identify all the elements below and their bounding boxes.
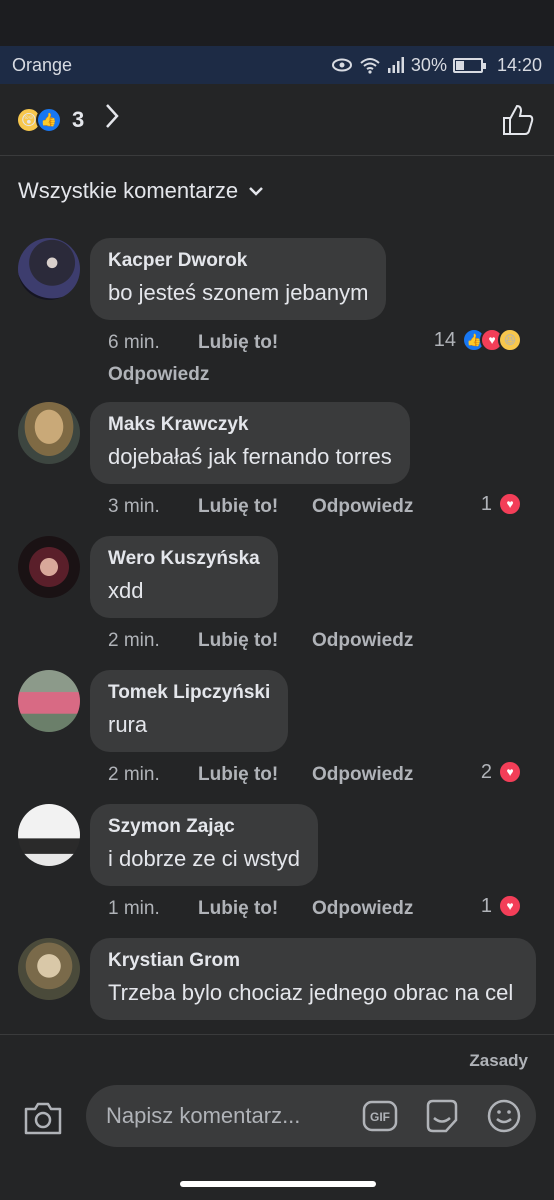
comment-actions: 2 min. Lubię to! Odpowiedz — [90, 630, 536, 652]
comment-bubble[interactable]: Wero Kuszyńska xdd — [90, 536, 278, 618]
avatar[interactable] — [18, 670, 80, 732]
comment-text: Trzeba bylo chociaz jednego obrac na cel — [108, 980, 514, 1005]
reaction-count: 3 — [72, 106, 85, 132]
avatar[interactable] — [18, 938, 80, 1000]
comment-actions: 2 min. Lubię to! Odpowiedz 2 ♥ — [90, 760, 536, 786]
comment-time: 1 min. — [108, 898, 160, 919]
comment-reaction-count: 14 — [433, 328, 456, 351]
comment-list: Kacper Dworok bo jesteś szonem jebanym 6… — [0, 238, 554, 1034]
comment-reactions[interactable]: 1 ♥ — [481, 492, 522, 516]
comment-time: 2 min. — [108, 630, 160, 651]
like-button[interactable]: Lubię to! — [198, 898, 312, 920]
comment-text: i dobrze ze ci wstyd — [108, 846, 300, 871]
comment-author[interactable]: Wero Kuszyńska — [108, 548, 260, 570]
filter-label: Wszystkie komentarze — [18, 178, 239, 203]
avatar[interactable] — [18, 402, 80, 464]
comment-text: dojebałaś jak fernando torres — [108, 444, 392, 469]
reaction-icons: 😲 👍 — [16, 106, 62, 133]
comment-item: Tomek Lipczyński rura 2 min. Lubię to! O… — [0, 670, 554, 786]
comment-item: Wero Kuszyńska xdd 2 min. Lubię to! Odpo… — [0, 536, 554, 652]
gif-icon[interactable]: GIF — [362, 1098, 398, 1134]
gif-label: GIF — [370, 1110, 390, 1124]
comment-reactions[interactable]: 14 👍 ♥ 😆 — [434, 328, 522, 352]
emoji-icon[interactable] — [486, 1098, 522, 1134]
reply-button[interactable]: Odpowiedz — [312, 630, 413, 652]
battery-icon — [452, 57, 486, 73]
camera-icon[interactable] — [22, 1097, 64, 1139]
comment-time: 3 min. — [108, 496, 160, 517]
status-bar: Orange 30% 14:20 — [0, 46, 554, 84]
like-reaction-icon: 👍 — [36, 106, 62, 133]
thumbs-up-icon[interactable] — [500, 102, 536, 138]
sticker-icon[interactable] — [424, 1098, 460, 1134]
reply-button[interactable]: Odpowiedz — [312, 496, 413, 518]
haha-reaction-icon: 😆 — [498, 328, 522, 352]
like-button[interactable]: Lubię to! — [198, 764, 312, 786]
comment-item: Krystian Grom Trzeba bylo chociaz jedneg… — [0, 938, 554, 1020]
reply-button[interactable]: Odpowiedz — [312, 898, 413, 920]
comment-actions: 3 min. Lubię to! Odpowiedz 1 ♥ — [90, 492, 536, 518]
comment-reaction-count: 1 — [480, 492, 492, 515]
wifi-icon — [360, 58, 380, 74]
policy-link[interactable]: Zasady — [469, 1051, 528, 1071]
comment-author[interactable]: Kacper Dworok — [108, 250, 368, 272]
like-button[interactable]: Lubię to! — [198, 630, 312, 652]
like-button[interactable]: Lubię to! — [198, 496, 312, 518]
like-button[interactable]: Lubię to! — [198, 332, 312, 354]
comment-bubble[interactable]: Maks Krawczyk dojebałaś jak fernando tor… — [90, 402, 410, 484]
reply-button[interactable]: Odpowiedz — [312, 764, 413, 786]
comment-filter-dropdown[interactable]: Wszystkie komentarze — [18, 178, 264, 204]
battery-percent: 30% — [410, 54, 447, 75]
reply-button[interactable]: Odpowiedz — [108, 364, 209, 385]
comment-bubble[interactable]: Tomek Lipczyński rura — [90, 670, 289, 752]
chevron-down-icon — [249, 187, 263, 196]
avatar[interactable] — [18, 238, 80, 300]
comment-input-box[interactable]: GIF — [86, 1085, 536, 1147]
comment-item: Maks Krawczyk dojebałaś jak fernando tor… — [0, 402, 554, 518]
comment-text: rura — [108, 712, 148, 737]
heart-reaction-icon: ♥ — [498, 760, 522, 784]
comment-composer: Zasady GIF — [0, 1034, 554, 1200]
comment-author[interactable]: Krystian Grom — [108, 950, 518, 972]
comment-reactions[interactable]: 1 ♥ — [481, 894, 522, 918]
home-indicator[interactable] — [180, 1181, 376, 1187]
comment-text: xdd — [108, 578, 144, 603]
comment-reaction-count: 2 — [480, 760, 492, 783]
comment-author[interactable]: Maks Krawczyk — [108, 414, 392, 436]
comment-text: bo jesteś szonem jebanym — [108, 280, 369, 305]
heart-reaction-icon: ♥ — [498, 492, 522, 516]
comment-bubble[interactable]: Kacper Dworok bo jesteś szonem jebanym — [90, 238, 387, 320]
heart-reaction-icon: ♥ — [498, 894, 522, 918]
avatar[interactable] — [18, 804, 80, 866]
comment-item: Szymon Zając i dobrze ze ci wstyd 1 min.… — [0, 804, 554, 920]
eye-icon — [331, 58, 352, 72]
top-strip — [0, 0, 554, 46]
comment-time: 2 min. — [108, 764, 160, 785]
comment-author[interactable]: Szymon Zając — [108, 816, 300, 838]
reactions-bar: 😲 👍 3 — [0, 84, 554, 156]
comment-bubble[interactable]: Szymon Zając i dobrze ze ci wstyd — [90, 804, 318, 886]
comment-input[interactable] — [106, 1103, 356, 1129]
comment-reaction-count: 1 — [480, 894, 492, 917]
status-indicators: 30% 14:20 — [331, 55, 542, 76]
reactions-summary[interactable]: 😲 👍 3 — [16, 103, 120, 136]
chevron-right-icon — [104, 103, 120, 136]
comment-actions: 1 min. Lubię to! Odpowiedz 1 ♥ — [90, 894, 536, 920]
comment-bubble[interactable]: Krystian Grom Trzeba bylo chociaz jedneg… — [90, 938, 536, 1020]
comment-item: Kacper Dworok bo jesteś szonem jebanym 6… — [0, 238, 554, 386]
comment-author[interactable]: Tomek Lipczyński — [108, 682, 270, 704]
clock: 14:20 — [496, 54, 542, 75]
signal-icon — [387, 57, 404, 73]
comment-reactions[interactable]: 2 ♥ — [481, 760, 522, 784]
comment-actions: 6 min. Lubię to! 14 👍 ♥ 😆 Odpowiedz — [90, 328, 536, 386]
carrier-label: Orange — [12, 54, 73, 75]
comment-time: 6 min. — [108, 332, 160, 353]
avatar[interactable] — [18, 536, 80, 598]
